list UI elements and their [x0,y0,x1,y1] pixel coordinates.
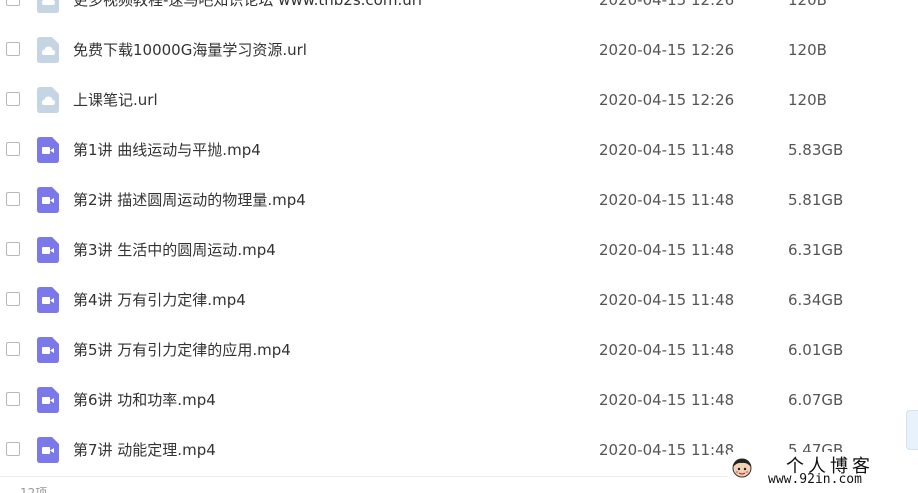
file-row[interactable]: 上课笔记.url 2020-04-15 12:26 120B [0,75,918,125]
file-size: 6.31GB [788,241,844,259]
file-row[interactable]: 免费下载10000G海量学习资源.url 2020-04-15 12:26 120B [0,25,918,75]
file-row[interactable]: 第2讲 描述圆周运动的物理量.mp4 2020-04-15 11:48 5.81GB [0,175,918,225]
file-name[interactable]: 第2讲 描述圆周运动的物理量.mp4 [73,175,306,225]
file-list: 更多视频教程-速马吧知识论坛 www.tnb2s.com.url 2020-04-… [0,0,918,475]
file-name[interactable]: 第3讲 生活中的圆周运动.mp4 [73,225,276,275]
file-row[interactable]: 第4讲 万有引力定律.mp4 2020-04-15 11:48 6.34GB [0,275,918,325]
row-checkbox[interactable] [6,92,20,106]
file-date: 2020-04-15 11:48 [599,441,735,459]
file-name[interactable]: 第5讲 万有引力定律的应用.mp4 [73,325,291,375]
file-date: 2020-04-15 11:48 [599,291,735,309]
file-row[interactable]: 第1讲 曲线运动与平抛.mp4 2020-04-15 11:48 5.83GB [0,125,918,175]
video-file-icon [37,387,59,413]
row-checkbox[interactable] [6,442,20,456]
file-date: 2020-04-15 11:48 [599,241,735,259]
file-size: 5.81GB [788,191,844,209]
file-date: 2020-04-15 11:48 [599,391,735,409]
file-size: 6.07GB [788,391,844,409]
file-row[interactable]: 第6讲 功和功率.mp4 2020-04-15 11:48 6.07GB [0,375,918,425]
row-checkbox[interactable] [6,292,20,306]
file-size: 120B [788,41,827,59]
file-name[interactable]: 第6讲 功和功率.mp4 [73,375,216,425]
file-date: 2020-04-15 11:48 [599,141,735,159]
file-size: 5.83GB [788,141,844,159]
video-file-icon [37,437,59,463]
video-file-icon [37,237,59,263]
cloud-link-file-icon [37,0,59,13]
item-count: 12项 [20,486,48,493]
file-size: 120B [788,91,827,109]
side-panel-handle[interactable] [906,410,918,450]
avatar-icon [732,458,752,478]
cloud-link-file-icon [37,87,59,113]
watermark: 个人博客 www.92in.com [728,452,918,493]
file-date: 2020-04-15 11:48 [599,341,735,359]
row-checkbox[interactable] [6,242,20,256]
row-checkbox[interactable] [6,192,20,206]
file-name[interactable]: 第1讲 曲线运动与平抛.mp4 [73,125,261,175]
cloud-link-file-icon [37,37,59,63]
file-date: 2020-04-15 12:26 [599,0,735,9]
file-row[interactable]: 更多视频教程-速马吧知识论坛 www.tnb2s.com.url 2020-04-… [0,0,918,25]
video-file-icon [37,337,59,363]
watermark-url: www.92in.com [768,472,862,487]
row-checkbox[interactable] [6,142,20,156]
row-checkbox[interactable] [6,392,20,406]
file-name[interactable]: 上课笔记.url [73,75,158,125]
file-date: 2020-04-15 12:26 [599,91,735,109]
video-file-icon [37,187,59,213]
file-date: 2020-04-15 12:26 [599,41,735,59]
file-size: 120B [788,0,827,9]
file-date: 2020-04-15 11:48 [599,191,735,209]
file-name[interactable]: 第4讲 万有引力定律.mp4 [73,275,246,325]
row-checkbox[interactable] [6,342,20,356]
video-file-icon [37,287,59,313]
file-size: 6.34GB [788,291,844,309]
video-file-icon [37,137,59,163]
file-name[interactable]: 第7讲 动能定理.mp4 [73,425,216,475]
row-checkbox[interactable] [6,42,20,56]
file-name[interactable]: 免费下载10000G海量学习资源.url [73,25,307,75]
file-name[interactable]: 更多视频教程-速马吧知识论坛 www.tnb2s.com.url [73,0,422,25]
file-size: 6.01GB [788,341,844,359]
file-row[interactable]: 第5讲 万有引力定律的应用.mp4 2020-04-15 11:48 6.01GB [0,325,918,375]
file-browser: 更多视频教程-速马吧知识论坛 www.tnb2s.com.url 2020-04-… [0,0,918,493]
file-row[interactable]: 第3讲 生活中的圆周运动.mp4 2020-04-15 11:48 6.31GB [0,225,918,275]
row-checkbox[interactable] [6,0,20,6]
